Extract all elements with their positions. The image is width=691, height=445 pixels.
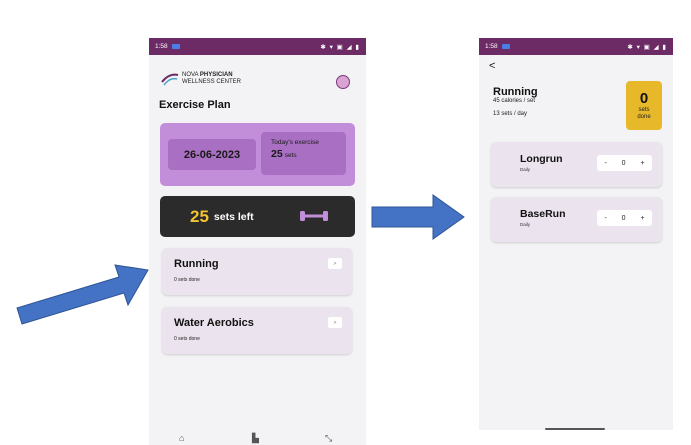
exercise-status: 0 sets done [174, 277, 200, 283]
date-display: 26-06-2023 [168, 139, 256, 170]
expand-icon[interactable]: ⤡ [325, 433, 332, 444]
sets-left-label: sets left [213, 210, 254, 223]
page-title: Exercise Plan [159, 99, 231, 111]
todays-exercise-label: Today's exercise [271, 139, 319, 146]
exercise-plan-screen: 1:58 ✱ ▾ ▣ ◢ ▮ NOVA PHYSICIAN WELLNESS C… [149, 38, 366, 445]
calories-per-set: 45 calories / set [493, 98, 536, 104]
status-time: 1:58 [155, 43, 168, 50]
open-exercise-button[interactable]: > [328, 317, 342, 328]
logo-line2: WELLNESS CENTER [182, 79, 242, 85]
chart-icon[interactable]: ▙ [252, 433, 259, 444]
run-item-longrun: Longrun Daily - 0 + [491, 142, 662, 187]
todays-sets-unit: sets [284, 152, 297, 159]
pointer-arrow-right [371, 194, 465, 240]
summary-card: 26-06-2023 Today's exercise 25 sets [160, 123, 355, 186]
run-item-baserun: BaseRun Daily - 0 + [491, 197, 662, 242]
dumbbell-icon [300, 211, 328, 221]
profile-avatar-icon[interactable] [336, 75, 350, 89]
sets-left-count: 25 [190, 206, 209, 226]
home-indicator-bar[interactable] [545, 428, 605, 430]
run-item-name: Longrun [520, 153, 563, 165]
increment-button[interactable]: + [640, 160, 644, 167]
logo-swoosh-icon [161, 72, 179, 86]
exercise-title: Running [493, 86, 538, 98]
set-count-value: 0 [621, 159, 626, 167]
set-count-value: 0 [621, 214, 626, 222]
todays-sets-count: 25 [271, 148, 283, 160]
screenshot-stage: 1:58 ✱ ▾ ▣ ◢ ▮ NOVA PHYSICIAN WELLNESS C… [0, 0, 691, 445]
status-bar: 1:58 ✱ ▾ ▣ ◢ ▮ [479, 38, 673, 55]
clinic-logo: NOVA PHYSICIAN WELLNESS CENTER [161, 72, 241, 86]
todays-exercise-value: 25 sets [271, 148, 346, 160]
open-exercise-button[interactable]: > [328, 258, 342, 269]
run-item-frequency: Daily [520, 222, 531, 227]
exercise-card-running[interactable]: Running 0 sets done > [162, 248, 352, 295]
status-time: 1:58 [485, 43, 498, 50]
message-icon [171, 44, 180, 49]
exercise-status: 0 sets done [174, 336, 200, 342]
sets-done-count: 0 [639, 90, 649, 107]
sets-left-card: 25 sets left [160, 196, 355, 237]
exercise-name: Running [174, 258, 219, 270]
logo-line1-pre: NOVA [182, 72, 200, 78]
sets-done-label-2: done [637, 114, 651, 120]
status-icons: ✱ ▾ ▣ ◢ ▮ [627, 43, 667, 51]
sets-per-day: 13 sets / day [493, 111, 528, 117]
set-count-stepper: - 0 + [597, 155, 652, 171]
decrement-button[interactable]: - [604, 215, 606, 222]
status-icons: ✱ ▾ ▣ ◢ ▮ [320, 43, 360, 51]
status-bar: 1:58 ✱ ▾ ▣ ◢ ▮ [149, 38, 366, 55]
increment-button[interactable]: + [640, 215, 644, 222]
message-icon [501, 44, 510, 49]
sets-done-badge: 0 sets done [626, 81, 662, 130]
todays-exercise-box: Today's exercise 25 sets [261, 132, 346, 175]
logo-text: NOVA PHYSICIAN WELLNESS CENTER [182, 72, 241, 86]
exercise-name: Water Aerobics [174, 317, 254, 329]
set-count-stepper: - 0 + [597, 210, 652, 226]
run-item-name: BaseRun [520, 208, 566, 220]
running-detail-screen: 1:58 ✱ ▾ ▣ ◢ ▮ < Running 45 calories / s… [479, 38, 673, 430]
exercise-card-water-aerobics[interactable]: Water Aerobics 0 sets done > [162, 307, 352, 354]
sets-done-label-1: sets [638, 107, 650, 113]
home-icon[interactable]: ⌂ [179, 433, 184, 443]
back-button[interactable]: < [489, 60, 495, 72]
run-item-frequency: Daily [520, 167, 531, 172]
decrement-button[interactable]: - [604, 160, 606, 167]
pointer-arrow-left [16, 264, 149, 325]
logo-line1-bold: PHYSICIAN [199, 72, 233, 78]
